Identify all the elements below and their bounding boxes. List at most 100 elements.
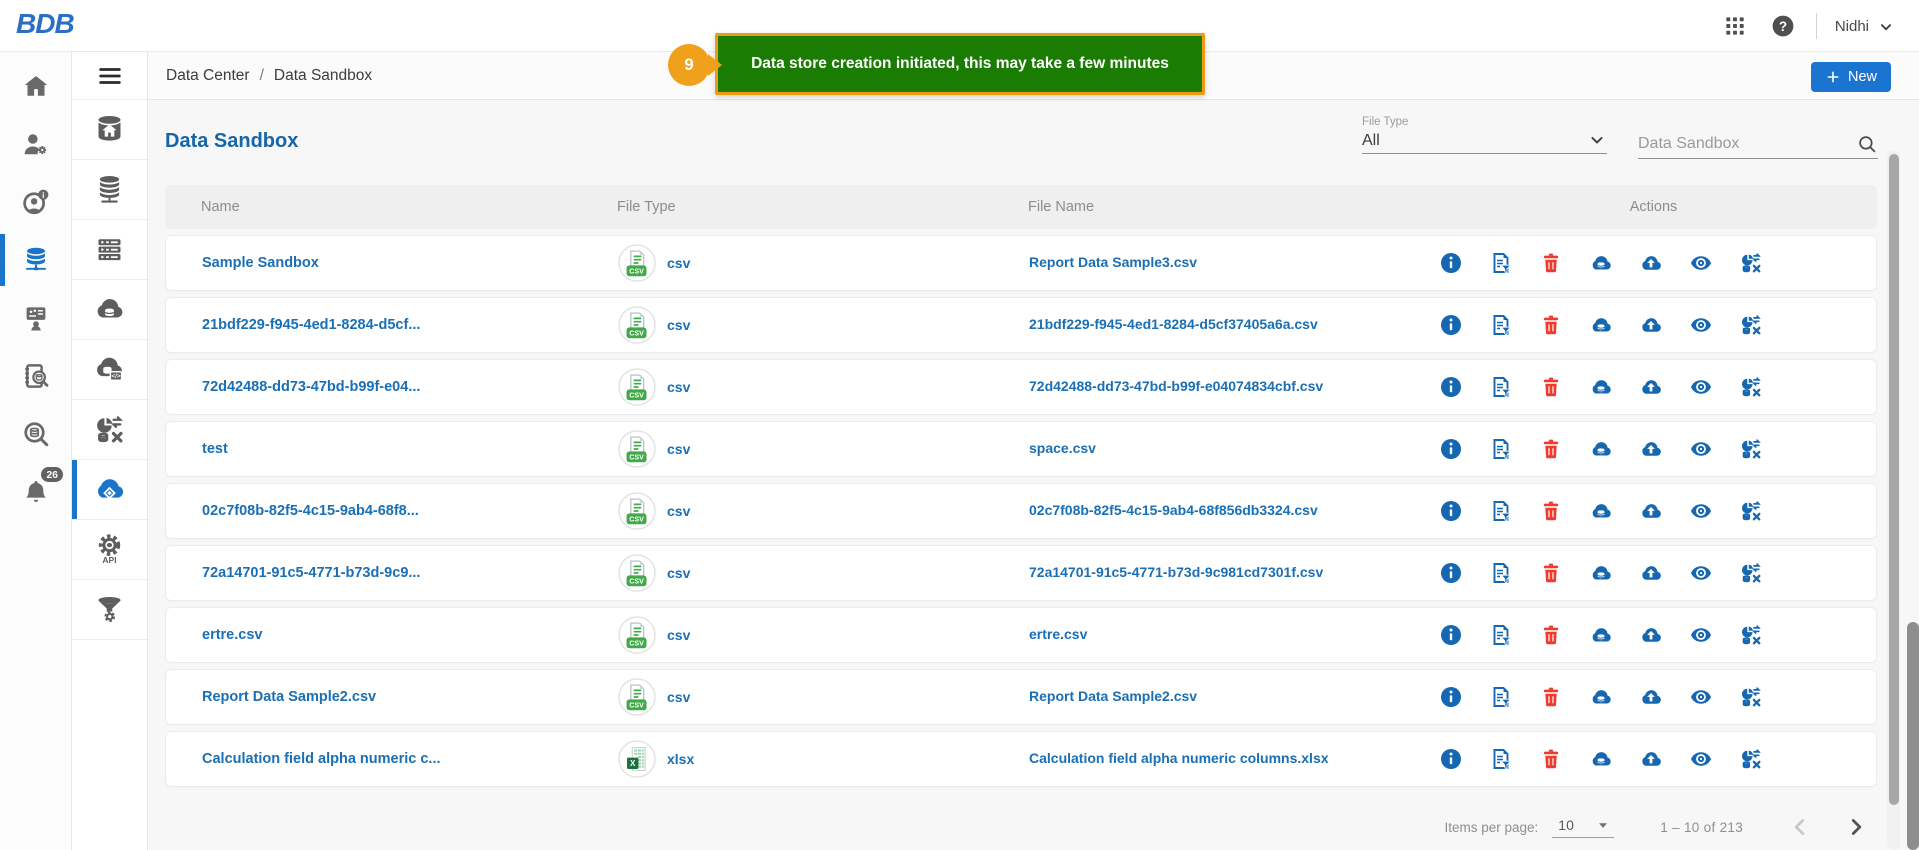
- sidebar-item-data-sandbox[interactable]: [72, 460, 147, 520]
- data-prep-action-button[interactable]: [1739, 437, 1763, 461]
- upload-action-button[interactable]: [1639, 685, 1663, 709]
- table-scrollbar-thumb[interactable]: [1889, 154, 1899, 805]
- data-prep-action-button[interactable]: [1739, 561, 1763, 585]
- sandbox-name-link[interactable]: 72d42488-dd73-47bd-b99f-e04...: [166, 379, 618, 395]
- preview-action-button[interactable]: [1689, 561, 1713, 585]
- sidebar-item-data-sets[interactable]: [72, 220, 147, 280]
- upload-action-button[interactable]: [1639, 437, 1663, 461]
- filter-document-action-button[interactable]: [1489, 561, 1513, 585]
- delete-action-button[interactable]: [1539, 499, 1563, 523]
- info-action-button[interactable]: [1439, 499, 1463, 523]
- next-page-button[interactable]: [1843, 814, 1869, 840]
- data-store-action-button[interactable]: [1589, 437, 1613, 461]
- upload-action-button[interactable]: [1639, 251, 1663, 275]
- filter-document-action-button[interactable]: [1489, 685, 1513, 709]
- file-name-link[interactable]: space.csv: [1011, 440, 1096, 456]
- sidebar-item-account-info[interactable]: i: [0, 173, 71, 231]
- page-scrollbar[interactable]: [1907, 622, 1919, 850]
- filter-document-action-button[interactable]: [1489, 375, 1513, 399]
- info-action-button[interactable]: [1439, 623, 1463, 647]
- sidebar-item-data-pipeline[interactable]: [72, 580, 147, 640]
- file-name-link[interactable]: 02c7f08b-82f5-4c15-9ab4-68f856db3324.csv: [1011, 502, 1318, 518]
- info-action-button[interactable]: [1439, 375, 1463, 399]
- filter-document-action-button[interactable]: [1489, 313, 1513, 337]
- data-prep-action-button[interactable]: [1739, 499, 1763, 523]
- upload-action-button[interactable]: [1639, 561, 1663, 585]
- file-name-link[interactable]: ertre.csv: [1011, 626, 1087, 642]
- sandbox-name-link[interactable]: Calculation field alpha numeric c...: [166, 751, 618, 767]
- filter-document-action-button[interactable]: [1489, 747, 1513, 771]
- sidebar-item-data-store[interactable]: [72, 100, 147, 160]
- help-button[interactable]: ?: [1768, 11, 1798, 41]
- delete-action-button[interactable]: [1539, 561, 1563, 585]
- items-per-page-select[interactable]: 10: [1552, 816, 1614, 838]
- upload-action-button[interactable]: [1639, 623, 1663, 647]
- file-name-link[interactable]: 72a14701-91c5-4771-b73d-9c981cd7301f.csv: [1011, 564, 1323, 580]
- data-prep-action-button[interactable]: [1739, 747, 1763, 771]
- bdb-logo[interactable]: BDB: [16, 8, 74, 40]
- data-store-action-button[interactable]: [1589, 251, 1613, 275]
- sidebar-item-business-story[interactable]: [0, 289, 71, 347]
- preview-action-button[interactable]: [1689, 251, 1713, 275]
- sidebar-item-menu-toggle[interactable]: [72, 52, 147, 100]
- preview-action-button[interactable]: [1689, 747, 1713, 771]
- data-prep-action-button[interactable]: [1739, 251, 1763, 275]
- sandbox-name-link[interactable]: 72a14701-91c5-4771-b73d-9c9...: [166, 565, 618, 581]
- info-action-button[interactable]: [1439, 313, 1463, 337]
- upload-action-button[interactable]: [1639, 499, 1663, 523]
- sandbox-name-link[interactable]: Sample Sandbox: [166, 255, 618, 271]
- data-store-action-button[interactable]: [1589, 375, 1613, 399]
- delete-action-button[interactable]: [1539, 313, 1563, 337]
- delete-action-button[interactable]: [1539, 375, 1563, 399]
- upload-action-button[interactable]: [1639, 313, 1663, 337]
- new-button[interactable]: New: [1811, 62, 1891, 92]
- data-store-action-button[interactable]: [1589, 685, 1613, 709]
- filter-document-action-button[interactable]: [1489, 623, 1513, 647]
- data-prep-action-button[interactable]: [1739, 623, 1763, 647]
- file-name-link[interactable]: Report Data Sample3.csv: [1011, 254, 1197, 270]
- data-store-action-button[interactable]: [1589, 499, 1613, 523]
- info-action-button[interactable]: [1439, 251, 1463, 275]
- delete-action-button[interactable]: [1539, 251, 1563, 275]
- file-name-link[interactable]: Calculation field alpha numeric columns.…: [1011, 750, 1329, 766]
- file-name-link[interactable]: Report Data Sample2.csv: [1011, 688, 1197, 704]
- sidebar-item-data-connectors[interactable]: [72, 280, 147, 340]
- preview-action-button[interactable]: [1689, 375, 1713, 399]
- sidebar-item-data-preparation[interactable]: [72, 400, 147, 460]
- sidebar-item-data-search[interactable]: [0, 405, 71, 463]
- sandbox-name-link[interactable]: 02c7f08b-82f5-4c15-9ab4-68f8...: [166, 503, 618, 519]
- file-name-link[interactable]: 21bdf229-f945-4ed1-8284-d5cf37405a6a.csv: [1011, 316, 1318, 332]
- breadcrumb-item-data-center[interactable]: Data Center: [166, 67, 250, 85]
- data-store-action-button[interactable]: [1589, 313, 1613, 337]
- file-name-link[interactable]: 72d42488-dd73-47bd-b99f-e04074834cbf.csv: [1011, 378, 1323, 394]
- sandbox-name-link[interactable]: ertre.csv: [166, 627, 618, 643]
- preview-action-button[interactable]: [1689, 623, 1713, 647]
- search-input[interactable]: [1638, 135, 1856, 153]
- info-action-button[interactable]: [1439, 747, 1463, 771]
- table-scrollbar[interactable]: [1887, 150, 1900, 850]
- delete-action-button[interactable]: [1539, 623, 1563, 647]
- info-action-button[interactable]: [1439, 437, 1463, 461]
- delete-action-button[interactable]: [1539, 747, 1563, 771]
- apps-grid-button[interactable]: [1720, 11, 1750, 41]
- breadcrumb-item-data-sandbox[interactable]: Data Sandbox: [274, 67, 372, 85]
- delete-action-button[interactable]: [1539, 685, 1563, 709]
- filter-document-action-button[interactable]: [1489, 437, 1513, 461]
- sidebar-item-home[interactable]: [0, 57, 71, 115]
- upload-action-button[interactable]: [1639, 375, 1663, 399]
- preview-action-button[interactable]: [1689, 437, 1713, 461]
- preview-action-button[interactable]: [1689, 499, 1713, 523]
- info-action-button[interactable]: [1439, 561, 1463, 585]
- data-store-action-button[interactable]: [1589, 561, 1613, 585]
- info-action-button[interactable]: [1439, 685, 1463, 709]
- sidebar-item-data-center[interactable]: [0, 231, 71, 289]
- user-menu[interactable]: Nidhi: [1835, 16, 1895, 36]
- sidebar-item-notifications[interactable]: 26: [0, 463, 71, 521]
- data-prep-action-button[interactable]: [1739, 685, 1763, 709]
- data-store-action-button[interactable]: [1589, 747, 1613, 771]
- data-prep-action-button[interactable]: [1739, 313, 1763, 337]
- sidebar-item-user-management[interactable]: [0, 115, 71, 173]
- sidebar-item-data-store-metadata[interactable]: [72, 160, 147, 220]
- upload-action-button[interactable]: [1639, 747, 1663, 771]
- sidebar-item-api-connectors[interactable]: </>: [72, 340, 147, 400]
